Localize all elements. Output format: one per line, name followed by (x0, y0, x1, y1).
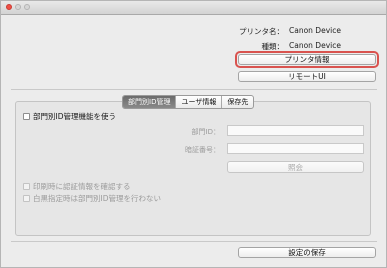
enable-dept-id-label: 部門別ID管理機能を使う (33, 112, 116, 121)
save-settings-button[interactable]: 設定の保存 (238, 247, 376, 258)
zoom-window-icon[interactable] (24, 4, 30, 10)
bw-no-id-label: 白黒指定時は部門別ID管理を行わない (33, 194, 161, 203)
settings-tabs: 部門別ID管理 ユーザ情報 保存先 (122, 95, 255, 109)
printer-info-button[interactable]: プリンタ情報 (238, 54, 376, 65)
printer-type-value: Canon Device (289, 41, 341, 50)
tab-user-info[interactable]: ユーザ情報 (176, 96, 223, 108)
printer-settings-window: プリンタ名： Canon Device 種類： Canon Device プリン… (0, 0, 387, 268)
bw-no-id-row[interactable]: 白黒指定時は部門別ID管理を行わない (23, 193, 161, 204)
minimize-window-icon[interactable] (15, 4, 21, 10)
dept-id-label: 部門ID： (191, 128, 220, 136)
bw-no-id-checkbox[interactable] (23, 195, 30, 202)
title-bar (1, 1, 386, 15)
printer-name-label: プリンタ名： (239, 27, 284, 36)
pin-field[interactable] (227, 143, 364, 154)
remote-ui-button[interactable]: リモートUI (238, 71, 376, 82)
close-window-icon[interactable] (6, 4, 12, 10)
tab-department-id[interactable]: 部門別ID管理 (123, 96, 177, 108)
verify-button[interactable]: 照会 (227, 161, 364, 173)
confirm-on-print-checkbox[interactable] (23, 183, 30, 190)
top-separator (11, 89, 377, 90)
confirm-on-print-label: 印刷時に認証情報を確認する (33, 182, 131, 191)
bottom-separator (11, 241, 377, 242)
tab-save-destination[interactable]: 保存先 (222, 96, 253, 108)
enable-dept-id-row[interactable]: 部門別ID管理機能を使う (23, 111, 116, 122)
printer-name-value: Canon Device (289, 26, 341, 35)
pin-label: 暗証番号： (185, 146, 220, 154)
enable-dept-id-checkbox[interactable] (23, 113, 30, 120)
confirm-on-print-row[interactable]: 印刷時に認証情報を確認する (23, 181, 131, 192)
dept-id-field[interactable] (227, 125, 364, 136)
